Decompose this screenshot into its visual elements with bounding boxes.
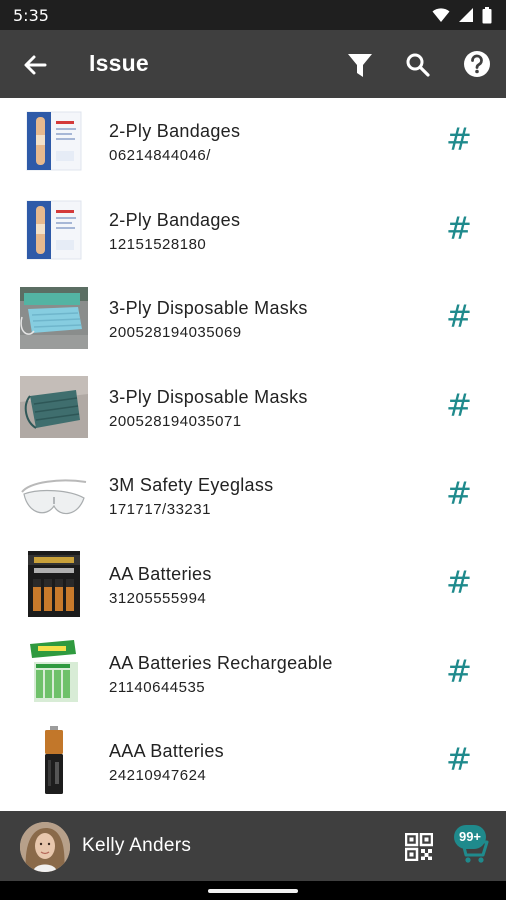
item-name: AA Batteries Rechargeable — [109, 652, 333, 673]
list-item[interactable]: 2-Ply Bandages 12151528180 # — [0, 187, 506, 276]
signal-icon — [458, 7, 474, 23]
wifi-icon — [432, 7, 450, 23]
item-list: 2-Ply Bandages 06214844046/ # 2-Ply Band… — [0, 98, 506, 811]
item-code: 31205555994 — [109, 589, 207, 607]
item-number-button[interactable]: # — [446, 654, 472, 690]
item-name: 3-Ply Disposable Masks — [109, 386, 308, 407]
status-icons — [432, 6, 492, 24]
filter-button[interactable] — [345, 51, 375, 81]
app-bar: Issue — [0, 30, 506, 98]
help-icon — [464, 51, 490, 77]
item-code: 21140644535 — [109, 678, 206, 696]
search-icon — [406, 53, 430, 77]
aa-batteries-thumbnail — [20, 550, 88, 617]
filter-icon — [348, 54, 372, 77]
page-title: Issue — [89, 50, 149, 76]
mask-thumbnail — [20, 375, 88, 438]
user-bar: Kelly Anders 99+ — [0, 811, 506, 881]
bandages-thumbnail — [20, 110, 88, 172]
masks-thumbnail — [20, 287, 88, 350]
item-name: 3-Ply Disposable Masks — [109, 298, 308, 319]
eyeglass-thumbnail — [20, 464, 88, 527]
item-code: 200528194035071 — [109, 412, 242, 430]
list-item[interactable]: 2-Ply Bandages 06214844046/ # — [0, 98, 506, 187]
list-item[interactable]: AAA Batteries 24210947624 # — [0, 718, 506, 807]
item-code: 171717/33231 — [109, 501, 211, 519]
item-name: AAA Batteries — [109, 741, 224, 762]
status-time: 5:35 — [13, 5, 49, 25]
system-nav-bar — [0, 881, 506, 900]
item-name: 2-Ply Bandages — [109, 121, 241, 141]
help-button[interactable] — [462, 49, 492, 79]
item-number-button[interactable]: # — [446, 476, 472, 512]
user-name: Kelly Anders — [82, 835, 192, 856]
item-number-button[interactable]: # — [446, 565, 472, 601]
screen: 5:35 Issue 2-Ply Bandages 06214844046/ #… — [0, 0, 506, 900]
back-button[interactable] — [20, 50, 50, 80]
list-item[interactable]: AA Batteries Rechargeable 21140644535 # — [0, 630, 506, 719]
item-number-button[interactable]: # — [446, 299, 472, 335]
search-button[interactable] — [403, 50, 433, 80]
home-gesture-handle[interactable] — [208, 889, 298, 893]
item-code: 24210947624 — [109, 767, 207, 785]
item-code: 12151528180 — [109, 235, 207, 253]
list-item[interactable]: 3-Ply Disposable Masks 200528194035069 # — [0, 275, 506, 364]
status-bar: 5:35 — [0, 0, 506, 30]
cart-count-badge: 99+ — [454, 825, 486, 849]
user-avatar[interactable] — [20, 822, 70, 872]
item-number-button[interactable]: # — [446, 211, 472, 247]
aaa-battery-thumbnail — [20, 726, 88, 795]
list-item[interactable]: 3-Ply Disposable Masks 200528194035071 # — [0, 364, 506, 453]
item-number-button[interactable]: # — [446, 388, 472, 424]
item-code: 06214844046/ — [109, 147, 211, 164]
rechargeable-batteries-thumbnail — [20, 639, 88, 706]
qr-scan-button[interactable] — [404, 832, 434, 862]
bandages-thumbnail — [20, 199, 88, 261]
item-name: 2-Ply Bandages — [109, 209, 241, 230]
qr-code-icon — [404, 832, 434, 862]
item-name: 3M Safety Eyeglass — [109, 475, 274, 496]
item-number-button[interactable]: # — [446, 122, 472, 158]
battery-icon — [482, 6, 492, 24]
item-name: AA Batteries — [109, 563, 212, 584]
list-item[interactable]: 3M Safety Eyeglass 171717/33231 # — [0, 452, 506, 541]
back-arrow-icon — [24, 55, 47, 75]
list-item[interactable]: AA Batteries 31205555994 # — [0, 541, 506, 630]
item-number-button[interactable]: # — [446, 742, 472, 778]
item-code: 200528194035069 — [109, 324, 242, 342]
